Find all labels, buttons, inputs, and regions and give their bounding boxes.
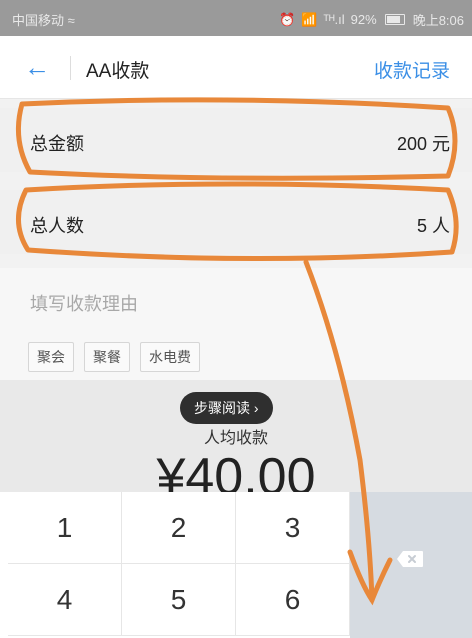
arrow-left-icon[interactable]: ← bbox=[24, 54, 50, 80]
reason-input[interactable]: 填写收款理由 bbox=[30, 290, 138, 316]
total-people-row[interactable]: 总人数 5 人 bbox=[0, 190, 472, 254]
nav-bar: ← AA收款 收款记录 bbox=[0, 36, 472, 99]
per-person-label: 人均收款 bbox=[203, 430, 268, 447]
total-amount-value[interactable]: 200 元 bbox=[397, 130, 450, 156]
backspace-icon bbox=[397, 551, 423, 567]
key-1[interactable]: 1 bbox=[8, 492, 122, 564]
numeric-keypad: 1 2 3 4 5 6 bbox=[0, 492, 472, 638]
key-2[interactable]: 2 bbox=[122, 492, 236, 564]
chip-utilities[interactable]: 水电费 bbox=[140, 342, 200, 372]
status-icons: ⏰ 📶 ᵀᴴ.ıl 92% 晚上8:06 bbox=[279, 10, 464, 29]
key-4[interactable]: 4 bbox=[8, 564, 122, 636]
status-bar: 中国移动 ≈ ⏰ 📶 ᵀᴴ.ıl 92% 晚上8:06 bbox=[0, 0, 472, 36]
step-reading-toast[interactable]: 步骤阅读 › bbox=[180, 392, 273, 424]
reason-chips: 聚会 聚餐 水电费 bbox=[28, 342, 200, 372]
total-amount-label: 总金额 bbox=[30, 134, 84, 154]
alarm-icon: ⏰ bbox=[278, 11, 296, 27]
chip-dinner[interactable]: 聚餐 bbox=[84, 342, 130, 372]
page-title: AA收款 bbox=[86, 61, 150, 82]
time: 晚上8:06 bbox=[412, 13, 464, 28]
delete-key[interactable] bbox=[350, 492, 472, 638]
collection-records-link[interactable]: 收款记录 bbox=[374, 56, 450, 83]
toast-label: 步骤阅读 bbox=[194, 400, 250, 416]
key-3[interactable]: 3 bbox=[236, 492, 350, 564]
nav-divider bbox=[70, 56, 71, 80]
chip-gathering[interactable]: 聚会 bbox=[28, 342, 74, 372]
reason-section: 填写收款理由 聚会 聚餐 水电费 bbox=[0, 268, 472, 380]
total-people-value[interactable]: 5 人 bbox=[417, 212, 450, 238]
total-amount-row[interactable]: 总金额 200 元 bbox=[0, 108, 472, 172]
per-person-amount: ¥40.00 bbox=[156, 448, 316, 492]
total-people-label: 总人数 bbox=[30, 216, 84, 236]
battery-icon bbox=[384, 14, 405, 25]
carrier: 中国移动 ≈ bbox=[12, 13, 75, 28]
battery-percent: 92% bbox=[350, 12, 377, 27]
chevron-right-icon: › bbox=[253, 400, 259, 416]
key-5[interactable]: 5 bbox=[122, 564, 236, 636]
wifi-icon: 📶 bbox=[301, 11, 318, 27]
key-6[interactable]: 6 bbox=[236, 564, 350, 636]
signal-text: ᵀᴴ.ıl bbox=[323, 12, 345, 27]
